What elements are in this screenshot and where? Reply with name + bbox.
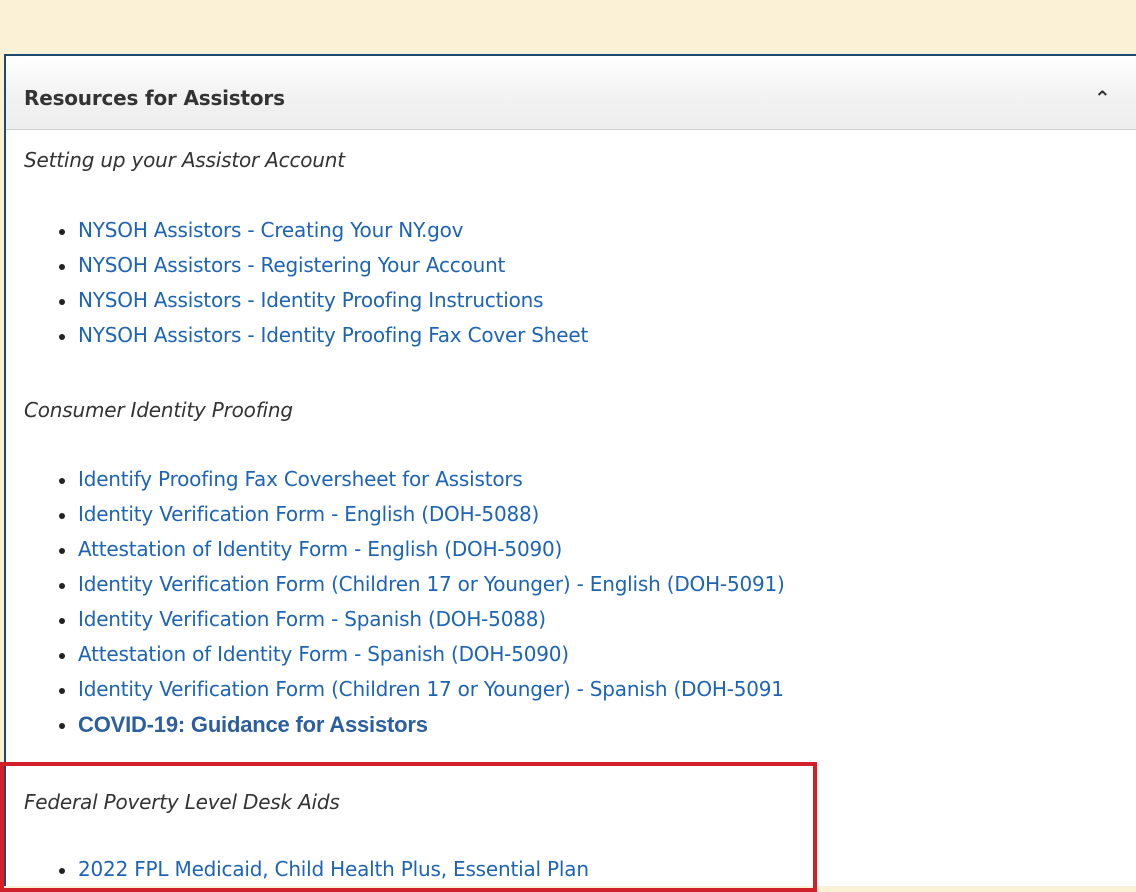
list-item: Identify Proofing Fax Coversheet for Ass… <box>0 462 785 497</box>
list-item: Identity Verification Form - Spanish (DO… <box>0 602 785 637</box>
link-identity-proofing-instructions[interactable]: NYSOH Assistors - Identity Proofing Inst… <box>78 288 544 312</box>
list-item: Identity Verification Form - English (DO… <box>0 497 785 532</box>
list-item: NYSOH Assistors - Registering Your Accou… <box>0 248 588 283</box>
list-item: Identity Verification Form (Children 17 … <box>0 567 785 602</box>
list-item: Attestation of Identity Form - English (… <box>0 532 785 567</box>
link-covid-guidance[interactable]: COVID-19: Guidance for Assistors <box>78 712 428 737</box>
chevron-up-icon[interactable]: ⌃ <box>1094 88 1111 108</box>
link-identity-verification-children-english[interactable]: Identity Verification Form (Children 17 … <box>78 572 785 596</box>
link-registering-account[interactable]: NYSOH Assistors - Registering Your Accou… <box>78 253 505 277</box>
link-fax-coversheet-assistors[interactable]: Identify Proofing Fax Coversheet for Ass… <box>78 467 523 491</box>
list-item: NYSOH Assistors - Identity Proofing Fax … <box>0 318 588 353</box>
list-item: COVID-19: Guidance for Assistors <box>0 707 785 742</box>
link-attestation-english[interactable]: Attestation of Identity Form - English (… <box>78 537 562 561</box>
assistor-account-links: NYSOH Assistors - Creating Your NY.gov N… <box>0 213 588 353</box>
list-item: Identity Verification Form (Children 17 … <box>0 672 785 707</box>
link-identity-proofing-fax-cover[interactable]: NYSOH Assistors - Identity Proofing Fax … <box>78 323 588 347</box>
link-attestation-spanish[interactable]: Attestation of Identity Form - Spanish (… <box>78 642 569 666</box>
highlight-annotation-box <box>0 762 817 892</box>
panel-title: Resources for Assistors <box>24 86 285 110</box>
link-creating-ny-gov[interactable]: NYSOH Assistors - Creating Your NY.gov <box>78 218 464 242</box>
list-item: NYSOH Assistors - Creating Your NY.gov <box>0 213 588 248</box>
section-title-assistor-account: Setting up your Assistor Account <box>24 148 345 172</box>
list-item: NYSOH Assistors - Identity Proofing Inst… <box>0 283 588 318</box>
consumer-identity-links: Identify Proofing Fax Coversheet for Ass… <box>0 462 785 742</box>
link-identity-verification-english[interactable]: Identity Verification Form - English (DO… <box>78 502 539 526</box>
link-identity-verification-spanish[interactable]: Identity Verification Form - Spanish (DO… <box>78 607 546 631</box>
section-title-consumer-identity-proofing: Consumer Identity Proofing <box>24 398 293 422</box>
accordion-header[interactable]: Resources for Assistors ⌃ <box>6 56 1136 130</box>
link-identity-verification-children-spanish[interactable]: Identity Verification Form (Children 17 … <box>78 677 784 701</box>
list-item: Attestation of Identity Form - Spanish (… <box>0 637 785 672</box>
